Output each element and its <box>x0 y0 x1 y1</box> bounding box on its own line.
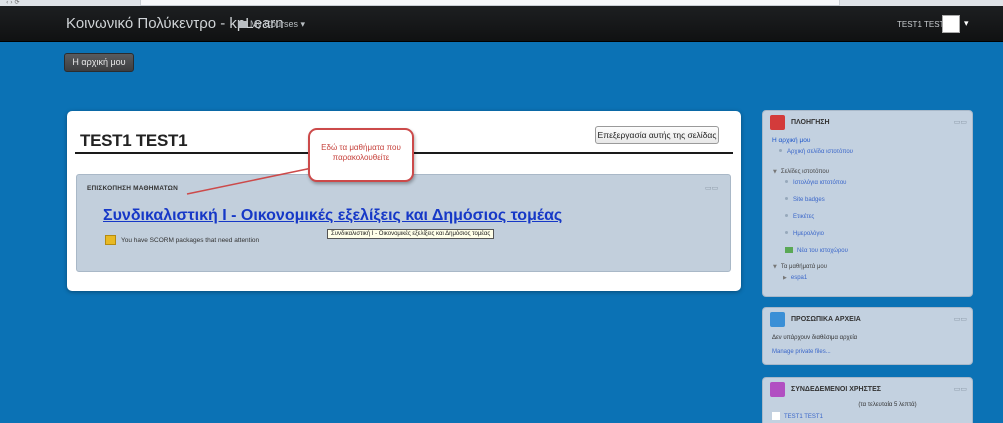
avatar[interactable] <box>942 15 960 33</box>
block-controls-icon[interactable]: ▭▭ <box>954 315 967 323</box>
navigation-icon <box>770 115 785 130</box>
manage-files-link[interactable]: Manage private files... <box>772 349 831 355</box>
nav-tags[interactable]: Ετικέτες <box>785 214 814 220</box>
private-files-block: ΠΡΟΣΩΠΙΚΑ ΑΡΧΕΙΑ ▭▭ Δεν υπάρχουν διαθέσι… <box>762 307 973 365</box>
nav-news-label: Νέα του ιστοχώρου <box>797 248 848 254</box>
bullet-icon <box>785 214 788 217</box>
collapsed-icon: ▶ <box>783 275 787 281</box>
scorm-warning-icon <box>105 235 116 245</box>
page-title: TEST1 TEST1 <box>80 131 188 150</box>
bullet-icon <box>785 231 788 234</box>
nav-news[interactable]: Νέα του ιστοχώρου <box>785 247 848 254</box>
online-user-name: TEST1 TEST1 <box>784 414 823 420</box>
course-link[interactable]: Συνδικαλιστική Ι - Οικονομικές εξελίξεις… <box>103 207 562 225</box>
top-navbar: Κοινωνικό Πολύκεντρο - kpLearn My Course… <box>0 6 1003 42</box>
course-tooltip: Συνδικαλιστική Ι - Οικονομικές εξελίξεις… <box>327 229 495 239</box>
folder-icon <box>770 312 785 327</box>
nav-course[interactable]: ▶ espa1 <box>783 275 807 281</box>
home-button[interactable]: Η αρχική μου <box>64 53 134 72</box>
nav-calendar[interactable]: Ημερολόγιο <box>785 231 824 237</box>
nav-badges[interactable]: Site badges <box>785 197 825 203</box>
forum-icon <box>785 247 793 253</box>
bullet-icon <box>785 180 788 183</box>
edit-page-button[interactable]: Επεξεργασία αυτής της σελίδας <box>595 126 719 144</box>
nav-my-courses-label: Τα μαθήματά μου <box>780 264 828 270</box>
nav-badges-label: Site badges <box>793 197 825 203</box>
block-controls-icon[interactable]: ▭▭ <box>954 118 967 126</box>
nav-course-label: espa1 <box>790 275 808 281</box>
nav-blogs-label: Ιστολόγια ιστοτόπου <box>793 180 847 186</box>
bullet-icon <box>779 149 782 152</box>
nav-my-courses[interactable]: ▼ Τα μαθήματά μου <box>773 264 827 270</box>
navigation-block: ΠΛΟΗΓΗΣΗ ▭▭ Η αρχική μου Αρχική σελίδα ι… <box>762 110 973 297</box>
block-controls-icon[interactable]: ▭▭ <box>954 385 967 393</box>
my-courses-label: My Courses <box>250 19 299 29</box>
navigation-title: ΠΛΟΗΓΗΣΗ <box>791 119 830 126</box>
callout-annotation: Εδώ τα μαθήματα που παρακολουθείτε <box>308 128 414 182</box>
expand-icon: ▼ <box>773 264 777 270</box>
bullet-icon <box>785 197 788 200</box>
nav-site-pages-label: Σελίδες ιστοτόπου <box>780 169 830 175</box>
no-files-text: Δεν υπάρχουν διαθέσιμα αρχεία <box>772 335 858 341</box>
nav-blogs[interactable]: Ιστολόγια ιστοτόπου <box>785 180 846 186</box>
nav-site-home-label: Αρχική σελίδα ιστοτόπου <box>787 149 853 155</box>
online-user-item[interactable]: TEST1 TEST1 <box>772 412 823 420</box>
block-controls-icon[interactable]: ▭▭ <box>705 184 718 192</box>
scorm-notice: You have SCORM packages that need attent… <box>121 237 260 244</box>
nav-site-pages[interactable]: ▼ Σελίδες ιστοτόπου <box>773 169 829 175</box>
nav-calendar-label: Ημερολόγιο <box>793 231 825 237</box>
chevron-down-icon[interactable]: ▾ <box>964 18 969 29</box>
users-icon <box>770 382 785 397</box>
user-avatar-icon <box>772 412 780 420</box>
nav-tags-label: Ετικέτες <box>793 214 815 220</box>
nav-home-link[interactable]: Η αρχική μου <box>772 137 810 144</box>
private-files-title: ΠΡΟΣΩΠΙΚΑ ΑΡΧΕΙΑ <box>791 316 861 323</box>
course-overview-heading: ΕΠΙΣΚΟΠΗΣΗ ΜΑΘΗΜΑΤΩΝ <box>87 185 178 192</box>
my-courses-menu[interactable]: My Courses ▾ <box>238 19 305 30</box>
expand-icon: ▼ <box>773 169 777 175</box>
online-users-block: ΣΥΝΔΕΔΕΜΕΝΟΙ ΧΡΗΣΤΕΣ ▭▭ (τα τελευταία 5 … <box>762 377 973 423</box>
course-overview-block: ΕΠΙΣΚΟΠΗΣΗ ΜΑΘΗΜΑΤΩΝ ▭▭ Συνδικαλιστική Ι… <box>76 174 731 272</box>
online-users-timespan: (τα τελευταία 5 λεπτά) <box>858 402 917 408</box>
courses-icon <box>238 21 247 28</box>
online-users-title: ΣΥΝΔΕΔΕΜΕΝΟΙ ΧΡΗΣΤΕΣ <box>791 386 881 393</box>
nav-site-home[interactable]: Αρχική σελίδα ιστοτόπου <box>779 149 853 155</box>
